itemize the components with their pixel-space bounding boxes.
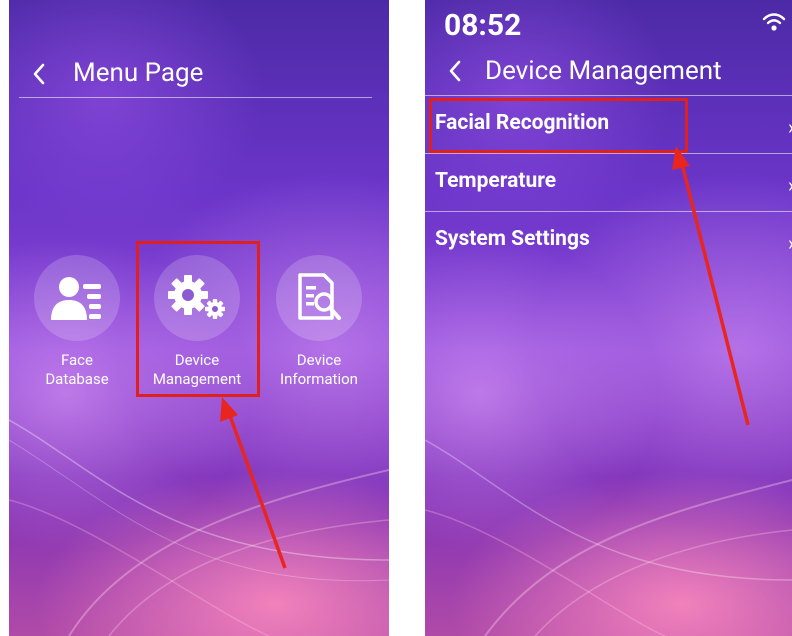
pointer-arrow-icon	[672, 146, 750, 426]
device-management-screen: 08:52 Device Management Facial Recogniti…	[425, 0, 792, 636]
pointer-arrow-icon	[220, 397, 287, 569]
menu-page-screen: Menu Page Face Database Device Managemen…	[9, 0, 389, 636]
